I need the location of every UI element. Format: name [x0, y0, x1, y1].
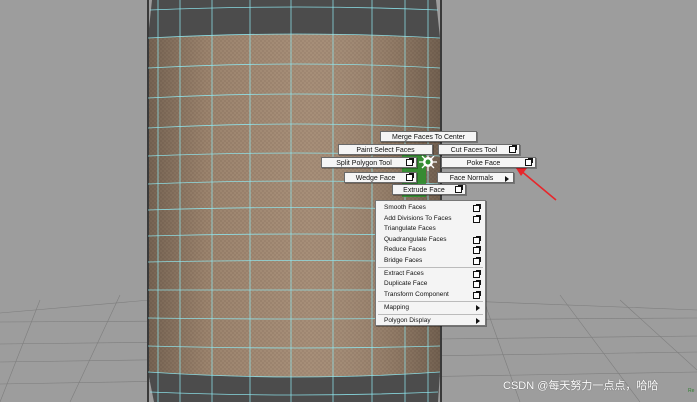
extrude-face-button[interactable]: Extrude Face: [392, 184, 466, 195]
menu-item-label: Triangulate Faces: [384, 225, 436, 232]
cut-faces-tool-label: Cut Faces Tool: [450, 147, 498, 154]
menu-item-transform-component[interactable]: Transform Component: [376, 290, 485, 300]
split-polygon-options-icon[interactable]: [406, 158, 414, 166]
paint-select-faces-button[interactable]: Paint Select Faces: [338, 144, 433, 155]
polygon-faces-menu: Smooth Faces Add Divisions To Faces Tria…: [375, 200, 486, 326]
cut-faces-options-icon[interactable]: [509, 145, 517, 153]
menu-item-label: Reduce Faces: [384, 246, 426, 253]
menu-item-bridge-faces[interactable]: Bridge Faces: [376, 256, 485, 266]
options-box-icon[interactable]: [473, 204, 481, 212]
menu-item-label: Quadrangulate Faces: [384, 236, 447, 243]
extrude-face-options-icon[interactable]: [455, 185, 463, 193]
menu-item-label: Smooth Faces: [384, 204, 426, 211]
options-box-icon[interactable]: [473, 280, 481, 288]
menu-item-triangulate-faces[interactable]: Triangulate Faces: [376, 224, 485, 234]
axis-indicator-icon: Re: [688, 388, 695, 394]
merge-faces-to-center-label: Merge Faces To Center: [391, 134, 465, 141]
options-box-icon[interactable]: [473, 215, 481, 223]
wedge-face-label: Wedge Face: [355, 175, 396, 182]
paint-select-faces-label: Paint Select Faces: [356, 147, 415, 154]
menu-separator: [378, 301, 483, 302]
poke-face-button[interactable]: Poke Face: [441, 157, 536, 168]
menu-item-label: Bridge Faces: [384, 257, 423, 264]
merge-faces-to-center-button[interactable]: Merge Faces To Center: [380, 131, 477, 142]
face-normals-button[interactable]: Face Normals: [437, 172, 514, 183]
menu-item-reduce-faces[interactable]: Reduce Faces: [376, 245, 485, 255]
options-box-icon[interactable]: [473, 236, 481, 244]
3d-viewport[interactable]: Re: [0, 0, 697, 402]
watermark: CSDN @每天努力一点点，哈哈: [503, 380, 659, 392]
menu-item-quadrangulate-faces[interactable]: Quadrangulate Faces: [376, 235, 485, 245]
split-polygon-tool-label: Split Polygon Tool: [336, 160, 392, 167]
wedge-face-options-icon[interactable]: [406, 173, 414, 181]
poke-face-label: Poke Face: [466, 160, 501, 167]
annotation-arrow-icon: [514, 165, 557, 201]
wedge-face-button[interactable]: Wedge Face: [344, 172, 417, 183]
options-box-icon[interactable]: [473, 257, 481, 265]
options-box-icon[interactable]: [473, 291, 481, 299]
options-box-icon[interactable]: [473, 270, 481, 278]
face-normals-submenu-icon: [505, 176, 509, 182]
menu-item-mapping[interactable]: Mapping: [376, 303, 485, 313]
menu-item-polygon-display[interactable]: Polygon Display: [376, 316, 485, 326]
menu-item-label: Polygon Display: [384, 317, 431, 324]
split-polygon-tool-button[interactable]: Split Polygon Tool: [321, 157, 417, 168]
menu-item-label: Transform Component: [384, 291, 449, 298]
menu-item-label: Add Divisions To Faces: [384, 215, 452, 222]
poke-face-options-icon[interactable]: [525, 158, 533, 166]
cut-faces-tool-button[interactable]: Cut Faces Tool: [438, 144, 520, 155]
options-box-icon[interactable]: [473, 246, 481, 254]
menu-item-label: Duplicate Face: [384, 280, 428, 287]
menu-item-label: Mapping: [384, 304, 409, 311]
submenu-arrow-icon: [476, 318, 480, 324]
menu-item-smooth-faces[interactable]: Smooth Faces: [376, 203, 485, 213]
menu-item-extract-faces[interactable]: Extract Faces: [376, 269, 485, 279]
menu-item-label: Extract Faces: [384, 270, 424, 277]
menu-separator: [378, 314, 483, 315]
submenu-arrow-icon: [476, 305, 480, 311]
extrude-face-label: Extrude Face: [403, 187, 445, 194]
menu-item-add-divisions[interactable]: Add Divisions To Faces: [376, 214, 485, 224]
face-normals-label: Face Normals: [449, 175, 494, 182]
menu-item-duplicate-face[interactable]: Duplicate Face: [376, 279, 485, 289]
menu-separator: [378, 267, 483, 268]
